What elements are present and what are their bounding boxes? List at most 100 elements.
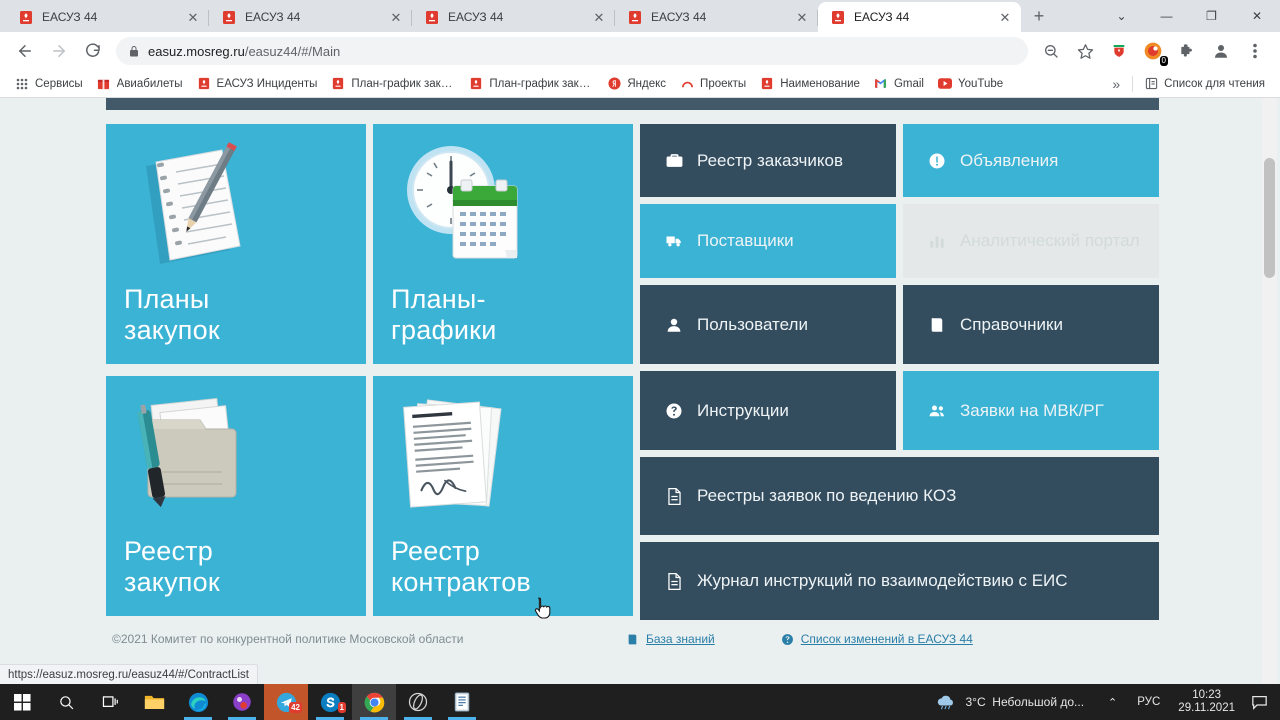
footer-copyright: ©2021 Комитет по конкурентной политике М…	[112, 632, 464, 646]
projects-icon	[680, 77, 694, 91]
bookmark-item-naimenovanie[interactable]: Наименование	[753, 73, 867, 95]
bookmark-item-aviabilety[interactable]: Авиабилеты	[90, 73, 190, 95]
extensions-puzzle-icon[interactable]	[1173, 37, 1201, 65]
browser-tab-5-active[interactable]: ЕАСУЗ 44 ✕	[818, 2, 1021, 32]
bookmark-item-services[interactable]: Сервисы	[8, 73, 90, 95]
language-indicator[interactable]: РУС	[1127, 696, 1170, 708]
start-button[interactable]	[0, 684, 44, 720]
gmail-icon	[874, 77, 888, 91]
bookmark-item-plan-grafik-2[interactable]: План-график закуп...	[462, 73, 600, 95]
telegram-button[interactable]: 42	[264, 684, 308, 720]
google-chrome-button[interactable]	[352, 684, 396, 720]
menu-tile-reestry-zayavok-koz[interactable]: Реестры заявок по ведению КОЗ	[640, 457, 1159, 535]
folder-pen-illustration	[126, 390, 256, 522]
status-bubble: https://easuz.mosreg.ru/easuz44/#/Contra…	[0, 664, 258, 684]
minimize-button[interactable]: —	[1144, 0, 1189, 32]
taskbar-clock[interactable]: 10:23 29.11.2021	[1170, 689, 1243, 715]
close-icon[interactable]: ✕	[997, 9, 1013, 25]
footer-link-spisok-izmeneniy[interactable]: Список изменений в ЕАСУЗ 44	[781, 632, 973, 646]
menu-tile-label: Пользователи	[697, 314, 808, 334]
document-app-button[interactable]	[440, 684, 484, 720]
easuz-favicon	[197, 77, 211, 91]
notification-icon[interactable]	[1243, 695, 1280, 710]
telegram-badge: 42	[289, 702, 302, 713]
purple-app-button[interactable]	[220, 684, 264, 720]
bookmark-item-projects[interactable]: Проекты	[673, 73, 753, 95]
adblock-extension-icon[interactable]: 0	[1139, 37, 1168, 66]
footer-link-label: Список изменений в ЕАСУЗ 44	[800, 632, 973, 646]
tab-title: ЕАСУЗ 44	[245, 10, 301, 24]
tab-search-chevron-down-icon[interactable]: ⌄	[1099, 0, 1144, 32]
window-controls: ⌄ — ❐ ✕	[1099, 0, 1280, 32]
window-close-button[interactable]: ✕	[1234, 0, 1280, 32]
tile-plany-zakupok[interactable]: Планы закупок	[106, 124, 366, 364]
menu-tile-instrukcii[interactable]: Инструкции	[640, 371, 896, 450]
skype-button[interactable]: 1	[308, 684, 352, 720]
tray-expand-chevron-up-icon[interactable]: ⌃	[1098, 696, 1127, 709]
tile-reestr-zakupok[interactable]: Реестр закупок	[106, 375, 366, 616]
tile-caption-line2: графики	[391, 315, 497, 346]
file-explorer-button[interactable]	[132, 684, 176, 720]
extension-badge-icon[interactable]: 0	[1139, 37, 1168, 66]
obs-studio-button[interactable]	[396, 684, 440, 720]
bookmark-label: Наименование	[780, 77, 860, 90]
menu-tile-zayavki-mvk-rg[interactable]: Заявки на МВК/РГ	[903, 371, 1159, 450]
shield-extension-icon[interactable]	[1105, 37, 1133, 65]
document-icon	[662, 487, 686, 506]
zoom-out-icon[interactable]	[1037, 37, 1065, 65]
tab-title: ЕАСУЗ 44	[42, 10, 98, 24]
tab-title: ЕАСУЗ 44	[854, 10, 910, 24]
task-view-button[interactable]	[88, 684, 132, 720]
close-icon[interactable]: ✕	[185, 9, 201, 25]
tile-reestr-kontraktov[interactable]: Реестр контрактов	[373, 375, 633, 616]
tile-plany-grafiki[interactable]: Планы- графики	[373, 124, 633, 364]
bookmark-item-plan-grafik-1[interactable]: План-график закуп...	[324, 73, 462, 95]
lock-icon	[128, 45, 140, 58]
yandex-icon	[607, 77, 621, 91]
search-button[interactable]	[44, 684, 88, 720]
page-scrollbar-thumb[interactable]	[1264, 158, 1275, 278]
close-icon[interactable]: ✕	[794, 9, 810, 25]
reading-list-button[interactable]: Список для чтения	[1137, 73, 1272, 95]
browser-tab-4[interactable]: ЕАСУЗ 44 ✕	[615, 2, 818, 32]
menu-tile-reestr-zakazchikov[interactable]: Реестр заказчиков	[640, 124, 896, 197]
address-bar[interactable]: easuz.mosreg.ru/easuz44/#/Main	[116, 37, 1028, 65]
bookmark-item-easuz-incidents[interactable]: ЕАСУЗ Инциденты	[190, 73, 325, 95]
microsoft-edge-button[interactable]	[176, 684, 220, 720]
bookmarks-overflow-button[interactable]: »	[1104, 76, 1128, 92]
star-icon[interactable]	[1071, 37, 1099, 65]
exclamation-circle-icon	[925, 152, 949, 170]
easuz-favicon	[18, 9, 34, 25]
bookmark-item-gmail[interactable]: Gmail	[867, 73, 931, 95]
footer-link-baza-znaniy[interactable]: База знаний	[626, 632, 715, 646]
three-dot-menu-icon[interactable]	[1241, 37, 1269, 65]
cloud-rain-icon	[935, 694, 957, 710]
tile-caption-line1: Планы	[124, 284, 210, 315]
browser-tab-1[interactable]: ЕАСУЗ 44 ✕	[6, 2, 209, 32]
menu-tile-spravochniki[interactable]: Справочники	[903, 285, 1159, 364]
menu-tile-label: Объявления	[960, 150, 1059, 170]
weather-widget[interactable]: 3°C Небольшой до...	[935, 694, 1084, 710]
menu-tile-label: Журнал инструкций по взаимодействию с ЕИ…	[697, 571, 1068, 590]
bar-chart-icon	[925, 232, 949, 250]
new-tab-button[interactable]: +	[1025, 2, 1053, 30]
bookmark-item-yandex[interactable]: Яндекс	[600, 73, 673, 95]
bookmark-item-youtube[interactable]: YouTube	[931, 73, 1010, 95]
menu-tile-obyavleniya[interactable]: Объявления	[903, 124, 1159, 197]
forward-icon[interactable]	[45, 37, 73, 65]
menu-tile-polzovateli[interactable]: Пользователи	[640, 285, 896, 364]
dashboard-grid: Планы закупок Планы- графики Реестр заку…	[106, 124, 1159, 620]
menu-tile-postavshchiki[interactable]: Поставщики	[640, 204, 896, 278]
menu-tile-zhurnal-instrukciy-eis[interactable]: Журнал инструкций по взаимодействию с ЕИ…	[640, 542, 1159, 620]
page-viewport: Планы закупок Планы- графики Реестр заку…	[0, 98, 1280, 684]
question-circle-icon	[662, 402, 686, 420]
back-icon[interactable]	[11, 37, 39, 65]
reload-icon[interactable]	[79, 37, 107, 65]
browser-tab-3[interactable]: ЕАСУЗ 44 ✕	[412, 2, 615, 32]
footer-links: База знаний Список изменений в ЕАСУЗ 44	[626, 632, 973, 646]
browser-tab-2[interactable]: ЕАСУЗ 44 ✕	[209, 2, 412, 32]
maximize-button[interactable]: ❐	[1189, 0, 1234, 32]
close-icon[interactable]: ✕	[591, 9, 607, 25]
close-icon[interactable]: ✕	[388, 9, 404, 25]
profile-avatar[interactable]	[1207, 37, 1235, 65]
